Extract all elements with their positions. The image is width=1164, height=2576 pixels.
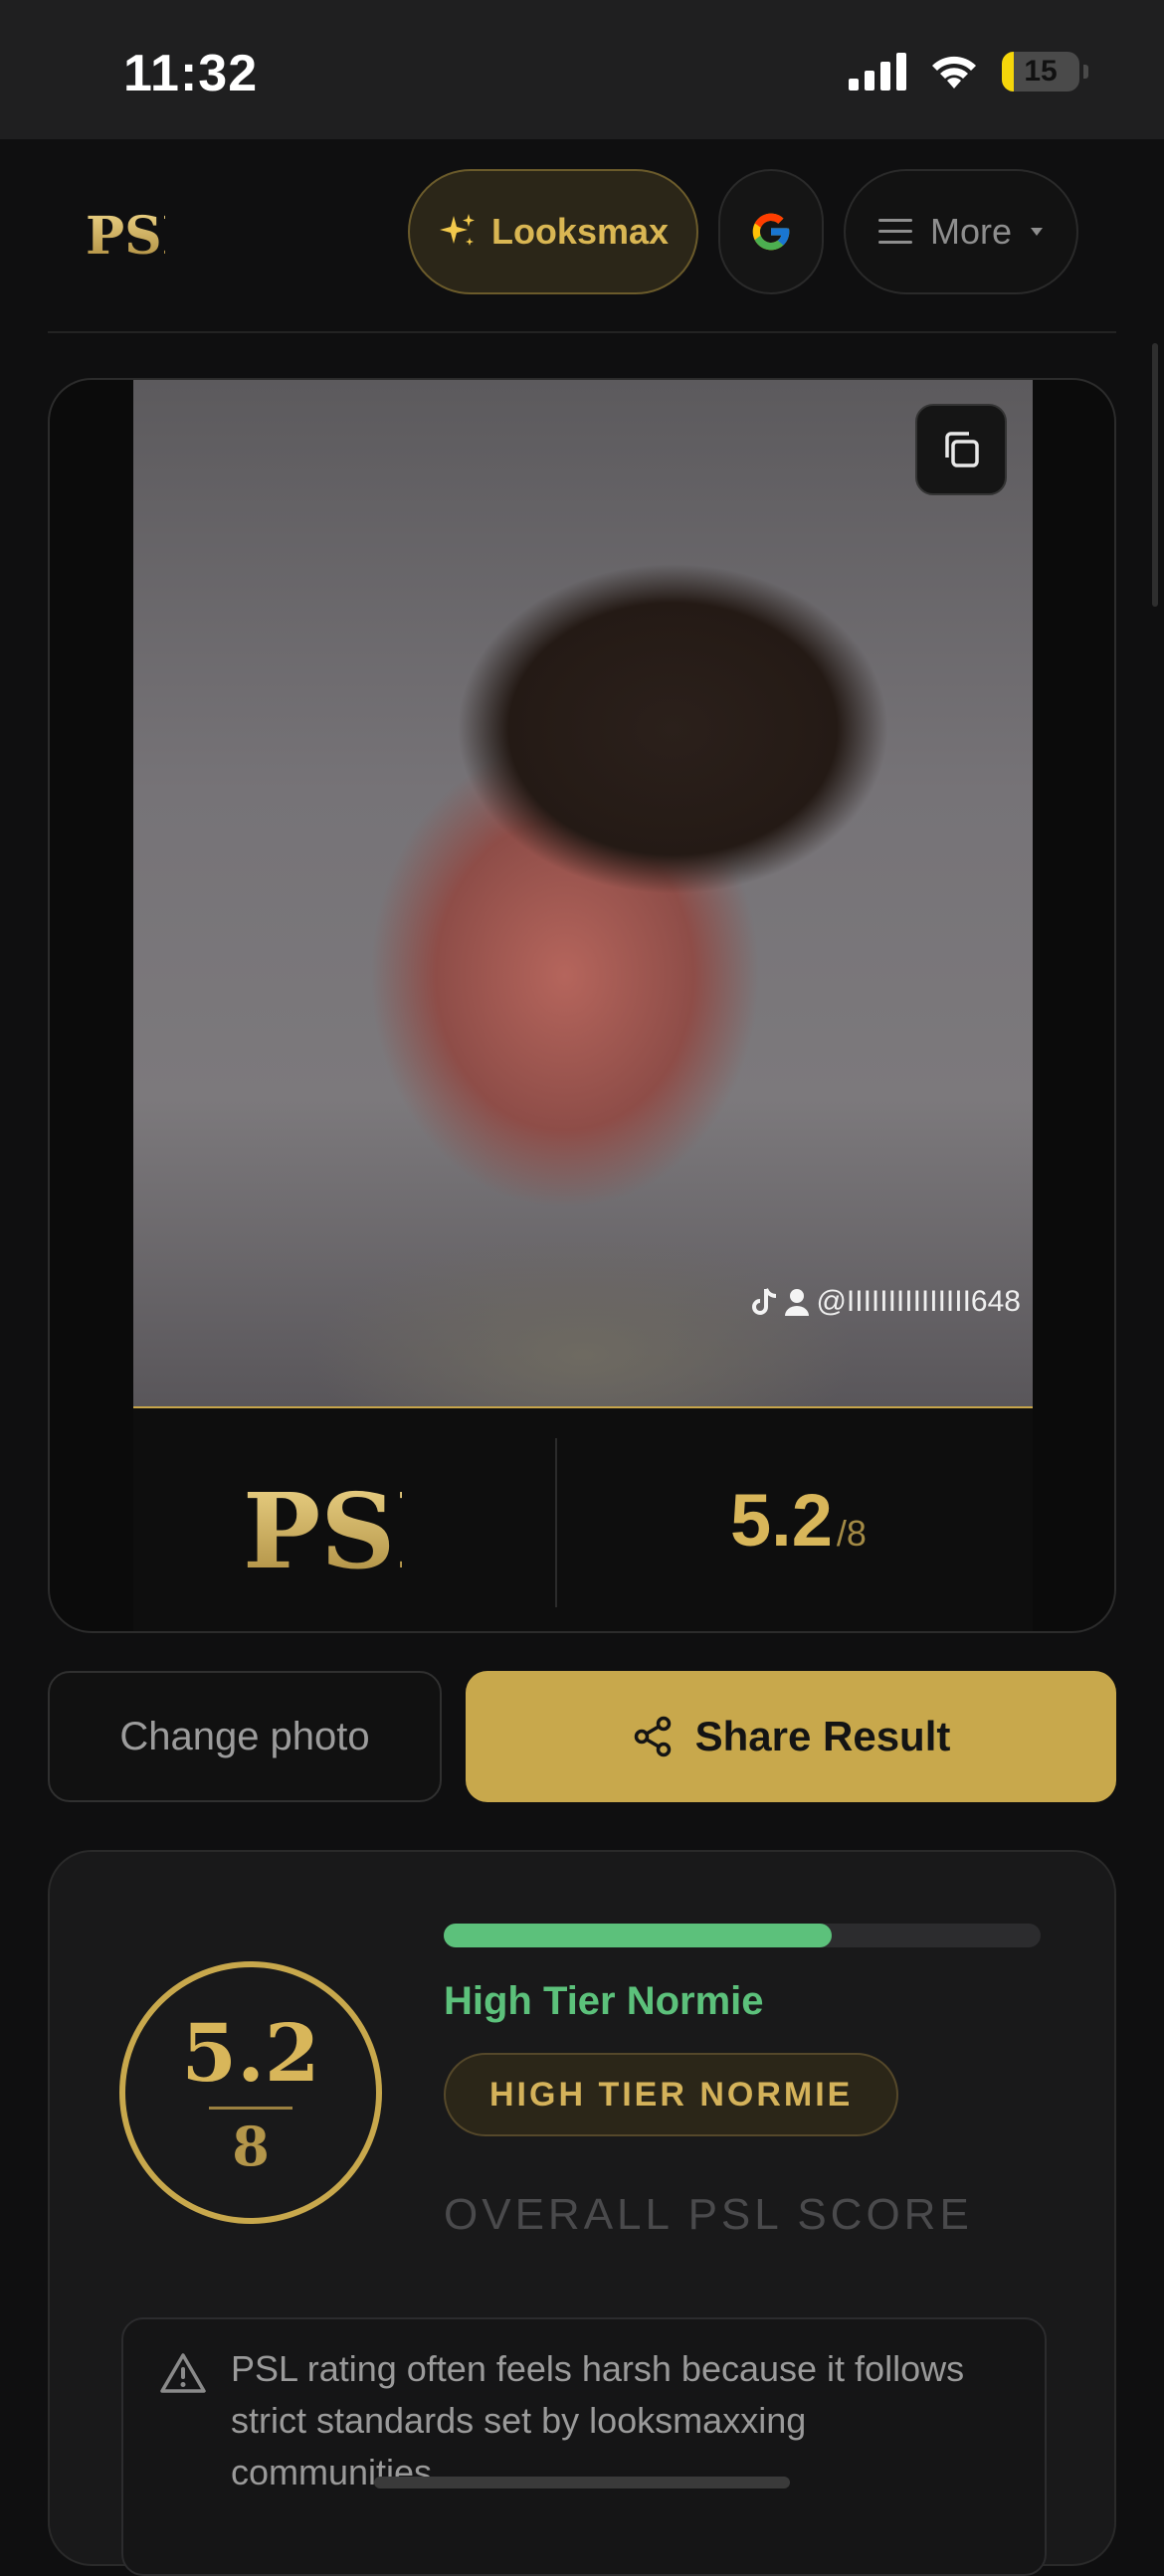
footer-divider bbox=[555, 1438, 557, 1607]
photo-score-value: 5.2 bbox=[730, 1479, 833, 1562]
score-ring-max: 8 bbox=[232, 2114, 270, 2178]
overall-score-label: OVERALL PSL SCORE bbox=[444, 2190, 973, 2239]
user-icon bbox=[785, 1289, 810, 1316]
tiktok-watermark: @IIIIIIIIIIIIIII648 bbox=[752, 1285, 1021, 1319]
home-indicator[interactable] bbox=[374, 2477, 790, 2488]
share-icon bbox=[634, 1716, 671, 1757]
battery-indicator: 15 bbox=[1002, 52, 1088, 92]
hamburger-menu-icon bbox=[877, 219, 912, 244]
photo-result-card: @IIIIIIIIIIIIIII648 PSL 5.2 /8 bbox=[48, 378, 1116, 1633]
battery-fill bbox=[1002, 52, 1014, 92]
psl-logo-text: PSL bbox=[86, 206, 165, 262]
cellular-signal-icon bbox=[849, 53, 906, 91]
more-menu-button[interactable]: More bbox=[844, 169, 1078, 294]
psl-logo-large: PSL bbox=[243, 1470, 468, 1592]
page-scrollbar[interactable] bbox=[1152, 343, 1158, 607]
google-g-icon bbox=[752, 213, 790, 251]
photo-score-max: /8 bbox=[836, 1513, 867, 1554]
app-header: PSL Looksmax More bbox=[0, 139, 1164, 333]
copy-image-button[interactable] bbox=[915, 404, 1007, 495]
battery-level: 15 bbox=[1024, 55, 1058, 88]
sparkles-icon bbox=[439, 214, 475, 246]
tiktok-icon bbox=[752, 1288, 777, 1315]
status-bar: 11:32 15 bbox=[0, 0, 1164, 139]
score-ring-fraction-bar bbox=[209, 2106, 292, 2110]
psl-logo-large-text: PSL bbox=[243, 1470, 402, 1579]
status-time: 11:32 bbox=[123, 45, 259, 102]
warning-notice: PSL rating often feels harsh because it … bbox=[121, 2317, 1047, 2576]
score-summary-card: 5.2 8 High Tier Normie HIGH TIER NORMIE … bbox=[48, 1850, 1116, 2576]
score-ring-value: 5.2 bbox=[181, 2005, 320, 2100]
tier-title: High Tier Normie bbox=[444, 1979, 764, 2023]
user-photo: @IIIIIIIIIIIIIII648 bbox=[133, 380, 1033, 1406]
share-result-button[interactable]: Share Result bbox=[466, 1671, 1116, 1802]
psl-logo[interactable]: PSL bbox=[86, 204, 198, 267]
change-photo-button[interactable]: Change photo bbox=[48, 1671, 442, 1802]
google-button[interactable] bbox=[718, 169, 824, 294]
warning-icon bbox=[160, 2353, 206, 2393]
photo-score: 5.2 /8 bbox=[730, 1478, 867, 1563]
more-label: More bbox=[929, 211, 1013, 252]
looksmax-button[interactable]: Looksmax bbox=[408, 169, 698, 294]
looksmax-label: Looksmax bbox=[490, 211, 670, 252]
share-result-label: Share Result bbox=[694, 1713, 951, 1759]
status-icons: 15 bbox=[849, 52, 1088, 92]
score-ring: 5.2 8 bbox=[119, 1961, 382, 2224]
copy-icon bbox=[945, 432, 979, 467]
photo-card-footer: PSL 5.2 /8 bbox=[133, 1408, 1033, 1631]
warning-text: PSL rating often feels harsh because it … bbox=[231, 2348, 965, 2492]
header-divider bbox=[48, 331, 1116, 333]
caret-down-icon bbox=[1031, 228, 1044, 236]
score-progress-fill bbox=[444, 1924, 832, 1947]
score-progress-bar bbox=[444, 1924, 1041, 1947]
watermark-handle: @IIIIIIIIIIIIIII648 bbox=[816, 1285, 1021, 1318]
tier-badge: HIGH TIER NORMIE bbox=[444, 2053, 899, 2136]
wifi-icon bbox=[932, 56, 976, 89]
